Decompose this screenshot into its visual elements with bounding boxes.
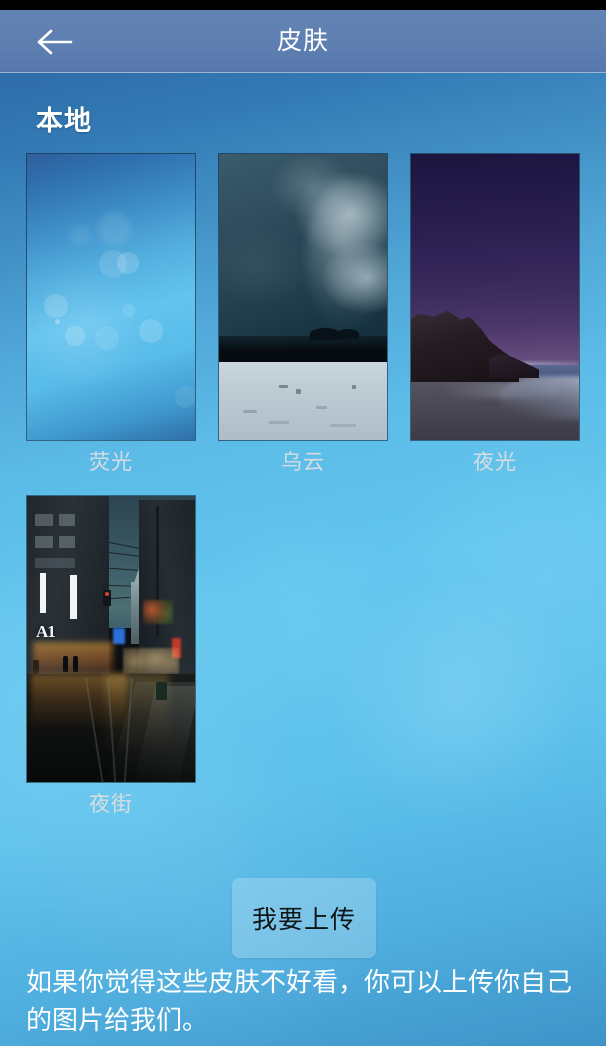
skin-item-2[interactable]: 夜光: [410, 153, 580, 485]
app-header: 皮肤: [0, 10, 606, 73]
upload-hint-text: 如果你觉得这些皮肤不好看，你可以上传你自己的图片给我们。: [26, 967, 573, 1035]
skin-label-2: 夜光: [473, 451, 517, 474]
page-content: 本地 荧光 乌云 夜光 A1 夜街 我要上传 如果你觉得这些皮肤不好看，你可以上…: [0, 73, 606, 1046]
skin-thumbnail-1[interactable]: [218, 153, 388, 441]
skin-item-3[interactable]: A1 夜街: [26, 495, 196, 827]
skin-grid-row: A1 夜街: [26, 495, 580, 827]
skin-artwork-fluorescent: [27, 154, 195, 440]
skin-thumbnail-2[interactable]: [410, 153, 580, 441]
skin-artwork-dark-clouds: [219, 154, 387, 440]
page-title: 皮肤: [276, 27, 329, 55]
skin-label-3: 夜街: [89, 793, 133, 816]
skin-item-1[interactable]: 乌云: [218, 153, 388, 485]
skin-item-0[interactable]: 荧光: [26, 153, 196, 485]
skin-grid-row: 荧光 乌云 夜光: [26, 153, 580, 485]
skin-thumbnail-0[interactable]: [26, 153, 196, 441]
section-title-local: 本地: [36, 106, 92, 136]
a1-sign-text: A1: [36, 622, 56, 641]
skin-artwork-night-street: A1: [27, 496, 195, 782]
skin-thumbnail-3[interactable]: A1: [26, 495, 196, 783]
skin-label-1: 乌云: [281, 451, 325, 474]
app-screen: 皮肤 本地 荧光 乌云 夜光 A1 夜街 我要上传 如果你觉得这些皮肤不好看，你…: [0, 0, 606, 1046]
status-bar: [0, 0, 606, 10]
skin-artwork-night-glow: [411, 154, 579, 440]
skin-grid: 荧光 乌云 夜光 A1 夜街: [26, 153, 580, 837]
skin-label-0: 荧光: [89, 451, 133, 474]
upload-button[interactable]: 我要上传: [232, 878, 376, 958]
